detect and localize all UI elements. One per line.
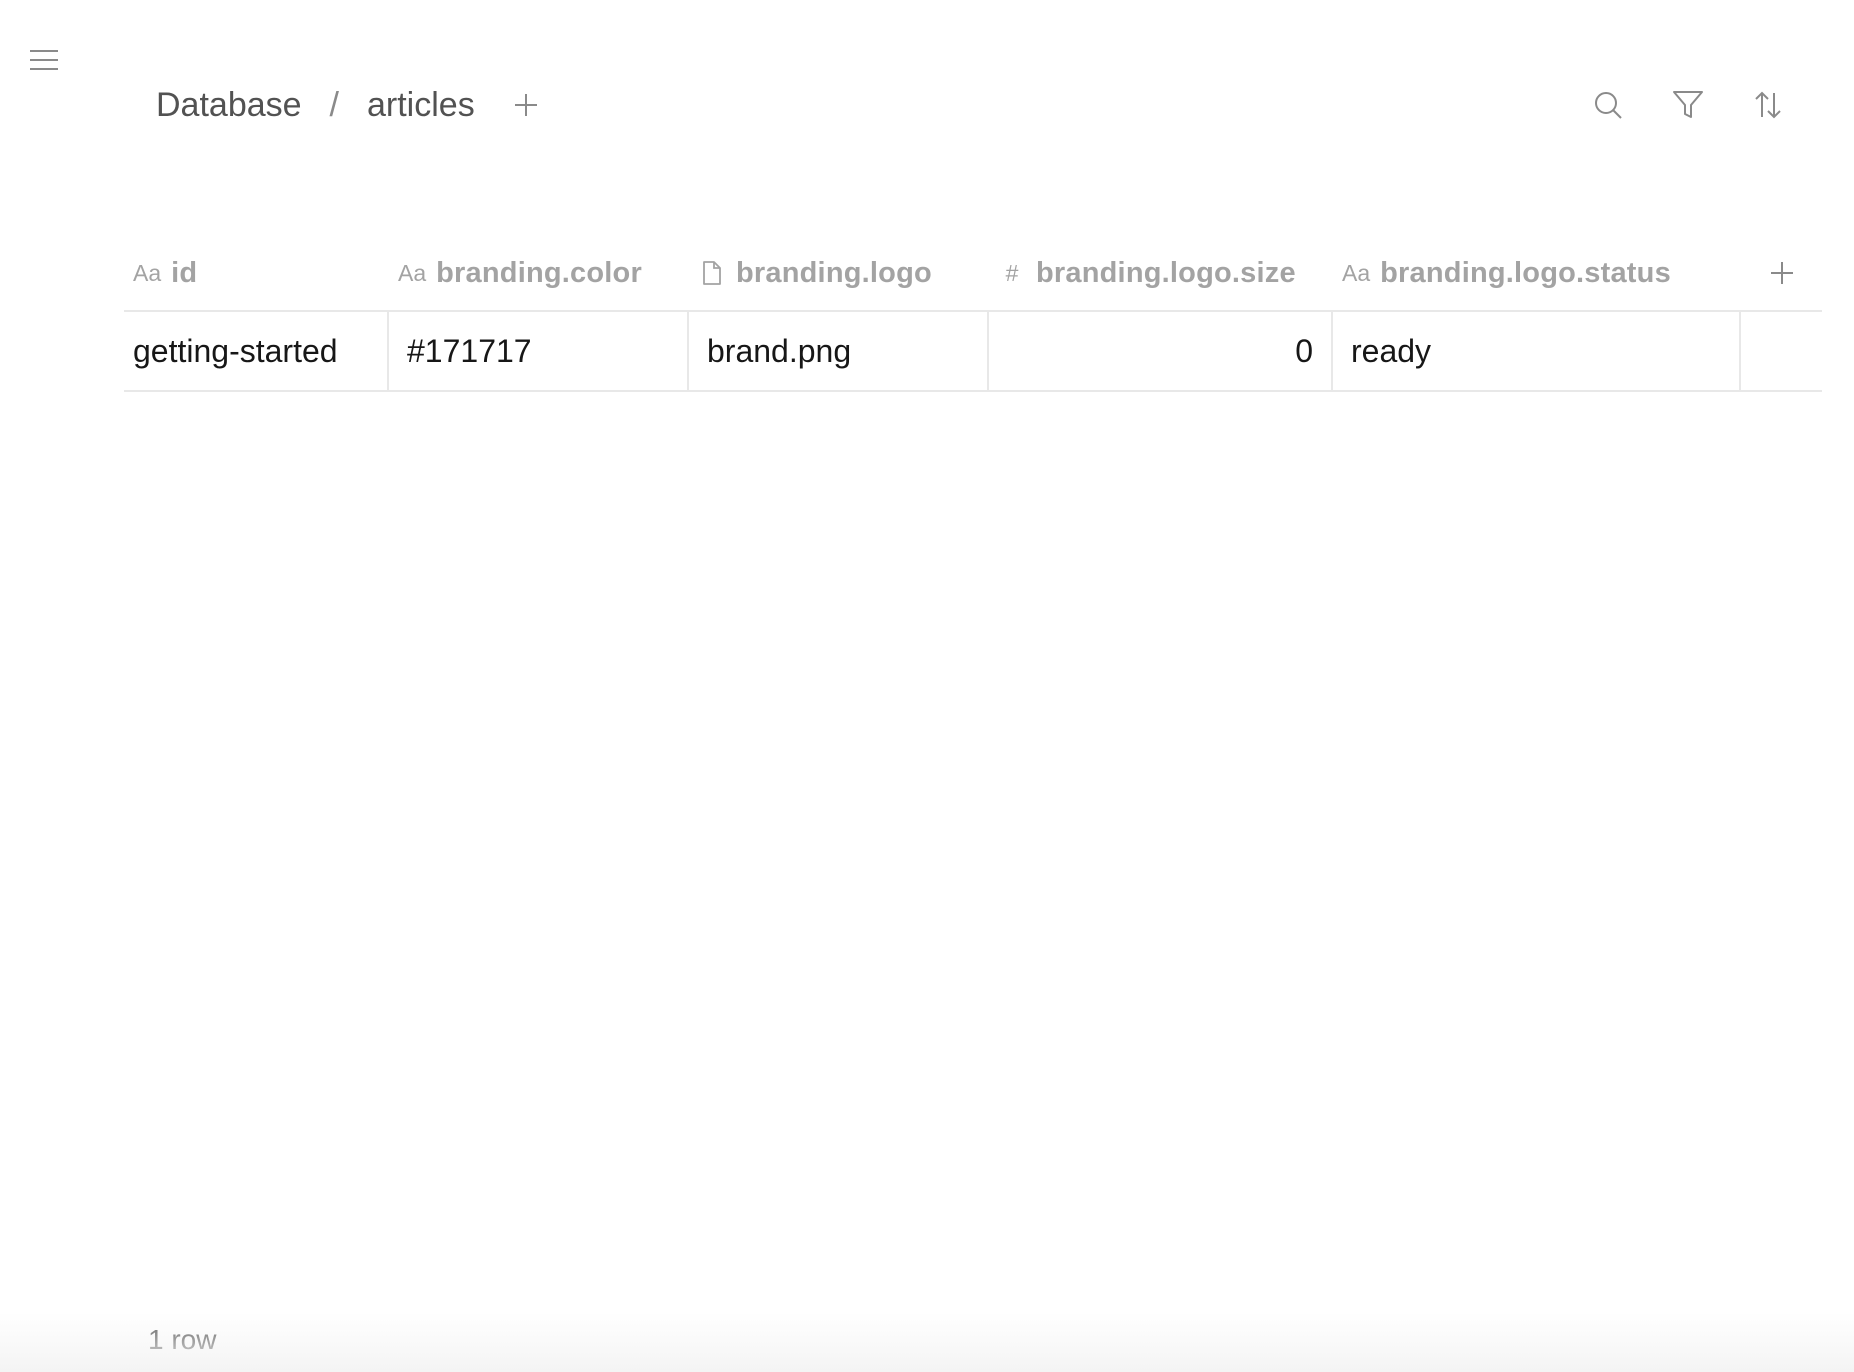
sort-icon[interactable]	[1748, 85, 1788, 125]
table-row: getting-started #171717 brand.png 0 read…	[124, 310, 1822, 392]
column-label: id	[171, 256, 198, 289]
cell-branding-logo-status[interactable]: ready	[1333, 312, 1741, 390]
breadcrumb-separator: /	[329, 85, 339, 124]
cell-empty	[1741, 312, 1822, 390]
column-label: branding.color	[436, 256, 642, 289]
search-icon[interactable]	[1588, 85, 1628, 125]
column-label: branding.logo	[736, 256, 932, 289]
column-header-branding-color[interactable]: Aa branding.color	[389, 236, 689, 310]
header: Database / articles	[156, 80, 1814, 130]
cell-branding-logo-size[interactable]: 0	[989, 312, 1333, 390]
bottom-shade	[0, 1312, 1854, 1372]
cell-branding-logo[interactable]: brand.png	[689, 312, 989, 390]
file-icon	[698, 261, 726, 285]
column-label: branding.logo.size	[1036, 256, 1296, 289]
column-header-branding-logo-size[interactable]: # branding.logo.size	[989, 236, 1333, 310]
page: Database / articles Aa id Aa branding.co…	[0, 0, 1854, 1372]
text-type-icon: Aa	[133, 259, 162, 286]
number-type-icon: #	[1005, 259, 1019, 286]
column-header-branding-logo-status[interactable]: Aa branding.logo.status	[1333, 236, 1741, 310]
breadcrumb-database[interactable]: Database	[156, 86, 302, 125]
add-column-plus-icon[interactable]	[1741, 236, 1822, 310]
breadcrumb: Database / articles	[156, 86, 475, 125]
cell-id[interactable]: getting-started	[124, 312, 389, 390]
menu-icon[interactable]	[24, 44, 64, 76]
add-table-plus-icon[interactable]	[509, 88, 543, 122]
text-type-icon: Aa	[1342, 259, 1371, 286]
row-count: 1 row	[148, 1324, 217, 1355]
column-header-id[interactable]: Aa id	[124, 236, 389, 310]
text-type-icon: Aa	[398, 259, 427, 286]
table-header-row: Aa id Aa branding.color branding.logo # …	[124, 236, 1822, 310]
filter-icon[interactable]	[1668, 85, 1708, 125]
data-table: Aa id Aa branding.color branding.logo # …	[124, 236, 1822, 392]
column-label: branding.logo.status	[1380, 256, 1671, 289]
column-header-branding-logo[interactable]: branding.logo	[689, 236, 989, 310]
breadcrumb-articles[interactable]: articles	[367, 86, 475, 125]
cell-branding-color[interactable]: #171717	[389, 312, 689, 390]
toolbar	[1588, 85, 1788, 125]
